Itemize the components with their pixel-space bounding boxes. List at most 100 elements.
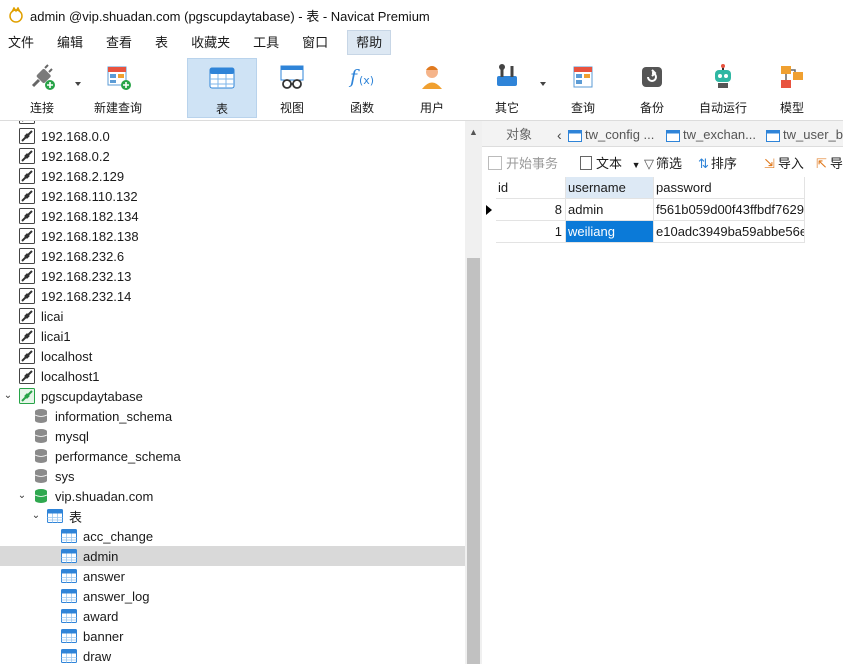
query-label: 查询 <box>570 101 595 115</box>
tree-item-database[interactable]: sys <box>0 466 465 486</box>
title-bar: admin @vip.shuadan.com (pgscupdaytabase)… <box>0 0 843 30</box>
menu-edit[interactable]: 编辑 <box>49 30 91 55</box>
tree-item-tables-group[interactable]: ⌄ 表 <box>0 506 465 526</box>
tree-item-database[interactable]: mysql <box>0 426 465 446</box>
table-icon <box>61 528 77 544</box>
cell-password[interactable]: e10adc3949ba59abbe56e <box>654 221 805 243</box>
sort-button[interactable]: ⇅ 排序 <box>698 155 737 173</box>
connection-icon <box>19 128 35 144</box>
tree-item-table-answer[interactable]: answer <box>0 566 465 586</box>
tree-item-table-draw[interactable]: draw <box>0 646 465 664</box>
tree-item-label: licai1 <box>41 328 71 344</box>
tab-tw-config-label: tw_config ... <box>585 127 655 142</box>
other-dropdown-icon[interactable] <box>540 82 546 86</box>
tab-scroll-left-icon[interactable]: ‹ <box>557 124 565 146</box>
tree-item-connection[interactable]: licai1 <box>0 326 465 346</box>
sort-label: 排序 <box>710 156 737 171</box>
filter-icon: ▽ <box>644 156 654 171</box>
menu-bar: 文件 编辑 查看 表 收藏夹 工具 窗口 帮助 <box>0 30 843 55</box>
tree-item-table-answer_log[interactable]: answer_log <box>0 586 465 606</box>
table-viewer-pane: 对象 ‹ tw_config ... tw_exchan... tw_user_… <box>482 121 843 664</box>
tree-scrollbar[interactable]: ▲ <box>465 121 482 664</box>
import-button[interactable]: ⇲ 导入 <box>764 155 804 173</box>
tab-tw-config[interactable]: tw_config ... <box>568 124 660 146</box>
view-label: 视图 <box>279 101 304 115</box>
connect-button[interactable]: 连接 <box>12 58 72 118</box>
expand-chevron-icon[interactable]: ⌄ <box>3 391 13 401</box>
tree-item-connection[interactable]: 192.168.0.2 <box>0 146 465 166</box>
connection-icon <box>19 328 35 344</box>
cell-username[interactable]: admin <box>566 199 654 221</box>
table-button[interactable]: 表 <box>187 58 257 118</box>
model-button[interactable]: 模型 <box>762 58 822 118</box>
tree-item-connection[interactable]: localhost1 <box>0 366 465 386</box>
cell-username-selected[interactable]: weiliang <box>566 221 654 243</box>
text-view-button[interactable]: 文本 ▼ <box>580 155 641 173</box>
user-icon <box>422 66 442 89</box>
column-header-id[interactable]: id <box>496 177 566 199</box>
document-icon <box>580 156 592 170</box>
tab-tw-exchange[interactable]: tw_exchan... <box>666 124 759 146</box>
column-header-username[interactable]: username <box>566 177 654 199</box>
tree-item-connection[interactable]: 192.168.2.129 <box>0 166 465 186</box>
tree-item-table-banner[interactable]: banner <box>0 626 465 646</box>
tab-objects[interactable]: 对象 <box>506 124 556 146</box>
tree-item-label: 192.168.0.2 <box>41 148 110 164</box>
tree-item-table-award[interactable]: award <box>0 606 465 626</box>
tree-item-connection[interactable]: 192.168.232.6 <box>0 246 465 266</box>
tree-item-connection[interactable]: 192.168.232.13 <box>0 266 465 286</box>
expand-chevron-icon[interactable]: ⌄ <box>31 511 41 521</box>
expand-chevron-icon[interactable]: ⌄ <box>17 491 27 501</box>
connect-dropdown-icon[interactable] <box>75 82 81 86</box>
function-label: 函数 <box>349 101 374 115</box>
scroll-up-icon[interactable]: ▲ <box>469 127 478 137</box>
tree-item-connection[interactable]: 192.168.232.14 <box>0 286 465 306</box>
begin-transaction-button[interactable]: 开始事务 <box>488 155 558 173</box>
tree-item-connection[interactable]: 192.168.182.138 <box>0 226 465 246</box>
tree-item-connection[interactable]: licai <box>0 306 465 326</box>
other-button[interactable]: 其它 <box>477 58 537 118</box>
filter-button[interactable]: ▽ 筛选 <box>644 155 682 173</box>
tree-item-open-database[interactable]: ⌄ vip.shuadan.com <box>0 486 465 506</box>
tree-item-database[interactable]: performance_schema <box>0 446 465 466</box>
function-button[interactable]: f (x) 函数 <box>332 58 392 118</box>
database-icon <box>33 408 49 424</box>
view-button[interactable]: 视图 <box>262 58 322 118</box>
tab-tw-user[interactable]: tw_user_b <box>766 124 843 146</box>
tree-item-connection[interactable]: 192.168.182.134 <box>0 206 465 226</box>
tree-item-connection[interactable]: 192.168.0.0 <box>0 126 465 146</box>
new-query-label: 新建查询 <box>93 101 142 115</box>
database-open-icon <box>33 488 49 504</box>
menu-window[interactable]: 窗口 <box>294 30 336 55</box>
export-button[interactable]: ⇱ 导 <box>816 155 843 173</box>
query-button[interactable]: 查询 <box>553 58 613 118</box>
scrollbar-thumb[interactable] <box>467 258 480 664</box>
menu-tools[interactable]: 工具 <box>245 30 287 55</box>
tree-item-open-connection[interactable]: ⌄ pgscupdaytabase <box>0 386 465 406</box>
svg-text:(x): (x) <box>359 74 374 87</box>
cell-id[interactable]: 1 <box>496 221 566 243</box>
tree-item-connection[interactable]: localhost <box>0 346 465 366</box>
menu-file[interactable]: 文件 <box>0 30 42 55</box>
column-header-password[interactable]: password <box>654 177 805 199</box>
tree-item-table-acc_change[interactable]: acc_change <box>0 526 465 546</box>
menu-favorites[interactable]: 收藏夹 <box>183 30 238 55</box>
automation-button[interactable]: 自动运行 <box>692 58 754 118</box>
backup-button[interactable]: 备份 <box>622 58 682 118</box>
tree-item-database[interactable]: information_schema <box>0 406 465 426</box>
tree-item-table-admin[interactable]: admin <box>0 546 465 566</box>
tree-item-connection[interactable]: 192.168.110.132 <box>0 186 465 206</box>
menu-help[interactable]: 帮助 <box>347 30 392 55</box>
new-query-button[interactable]: 新建查询 <box>87 58 149 118</box>
menu-view[interactable]: 查看 <box>98 30 140 55</box>
tree-item-label: 192.168.0.0 <box>41 128 110 144</box>
user-button[interactable]: 用户 <box>402 58 462 118</box>
menu-table[interactable]: 表 <box>147 30 176 55</box>
table-icon <box>766 129 780 142</box>
cell-id[interactable]: 8 <box>496 199 566 221</box>
query-icon <box>573 66 593 88</box>
navigation-tree[interactable]: 192.168.0.0 192.168.0.2 192.168.2.129 192.1… <box>0 121 465 664</box>
tree-item-label: pgscupdaytabase <box>41 388 143 404</box>
text-dropdown-icon[interactable]: ▼ <box>632 160 641 170</box>
cell-password[interactable]: f561b059d00f43ffbdf7629 <box>654 199 805 221</box>
